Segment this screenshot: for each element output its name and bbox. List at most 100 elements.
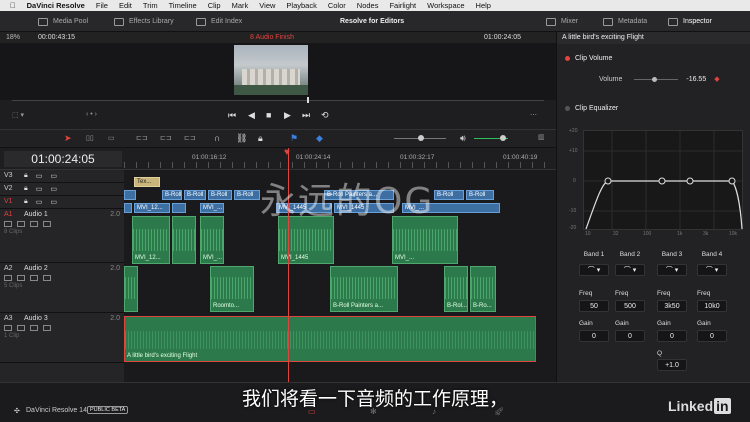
audio-clip[interactable]: MVI_... xyxy=(200,216,224,264)
link-icon[interactable]: ⛓ xyxy=(236,133,247,144)
playhead-marker-icon[interactable]: ♥ xyxy=(284,147,290,158)
band-3-q-input[interactable]: +1.0 xyxy=(657,359,687,371)
track-name[interactable]: Audio 3 xyxy=(24,315,48,322)
visibility-icon[interactable]: ▭ xyxy=(50,185,57,193)
timeline-ruler[interactable] xyxy=(124,162,556,168)
volume-value[interactable]: -16.55 xyxy=(686,76,706,83)
auto-track-icon[interactable] xyxy=(17,275,25,281)
band-3-gain-input[interactable]: 0 xyxy=(657,330,687,342)
lock-icon[interactable]: 🔒︎ xyxy=(24,172,28,180)
video-clip[interactable] xyxy=(124,190,136,200)
video-clip[interactable]: B-Roll xyxy=(466,190,494,200)
visibility-icon[interactable]: ▭ xyxy=(50,198,57,206)
title-clip[interactable]: Tex... xyxy=(134,177,160,187)
track-header-a3[interactable]: A3 Audio 3 2.0 1 Clip xyxy=(0,313,124,363)
position-lock-icon[interactable]: 🔒︎ xyxy=(258,133,263,144)
band-1-type-dropdown[interactable]: ⌒ ▾ xyxy=(579,264,609,276)
menu-edit[interactable]: Edit xyxy=(119,1,132,10)
blade-tool-icon[interactable]: ▭ xyxy=(108,134,115,142)
band-2-gain-input[interactable]: 0 xyxy=(615,330,645,342)
video-clip[interactable] xyxy=(172,203,186,213)
audio-clip[interactable]: B-Ro... xyxy=(470,266,496,312)
menu-file[interactable]: File xyxy=(96,1,108,10)
play-icon[interactable]: ▶ xyxy=(284,110,291,121)
lock-icon[interactable] xyxy=(4,275,12,281)
clip-icon[interactable]: ▭ xyxy=(36,185,43,193)
audio-clip[interactable]: MVI_12... xyxy=(132,216,170,264)
enable-toggle-icon[interactable] xyxy=(565,105,570,111)
audio-clip-selected[interactable]: A little bird's exciting Flight xyxy=(124,316,536,362)
menu-playback[interactable]: Playback xyxy=(286,1,316,10)
flag-icon[interactable]: ⚑ xyxy=(290,133,298,144)
audio-clip[interactable] xyxy=(124,266,138,312)
mute-button[interactable] xyxy=(43,221,51,227)
solo-button[interactable] xyxy=(30,275,38,281)
app-menu[interactable]: DaVinci Resolve xyxy=(27,1,85,10)
timeline-name[interactable]: 8 Audio Finish xyxy=(250,34,294,41)
band-2-type-dropdown[interactable]: ⌒ ▾ xyxy=(615,264,645,276)
lock-icon[interactable] xyxy=(4,221,12,227)
mute-button[interactable] xyxy=(43,275,51,281)
snapping-icon[interactable]: ∩ xyxy=(214,133,220,143)
track-header-v1[interactable]: V1 🔒︎ ▭ ▭ xyxy=(0,196,124,209)
scrubber-handle[interactable] xyxy=(307,97,309,103)
band-3-type-dropdown[interactable]: ⌒ ▾ xyxy=(657,264,687,276)
lock-icon[interactable] xyxy=(4,325,12,331)
lock-icon[interactable]: 🔒︎ xyxy=(24,198,28,206)
band-3-freq-input[interactable]: 3k50 xyxy=(657,300,687,312)
overwrite-icon[interactable]: ⊏⊐ xyxy=(160,134,172,142)
track-header-v3[interactable]: V3 🔒︎ ▭ ▭ xyxy=(0,170,124,183)
auto-track-icon[interactable] xyxy=(17,221,25,227)
menu-nodes[interactable]: Nodes xyxy=(357,1,379,10)
mixer-button[interactable]: Mixer xyxy=(546,11,578,32)
select-tool-icon[interactable]: ➤ xyxy=(64,133,72,144)
track-name[interactable]: Audio 2 xyxy=(24,265,48,272)
zoom-slider-handle[interactable] xyxy=(418,135,424,141)
play-reverse-icon[interactable]: ◀ xyxy=(248,110,255,121)
menu-help[interactable]: Help xyxy=(476,1,491,10)
mute-button[interactable] xyxy=(43,325,51,331)
section-clip-equalizer[interactable]: Clip Equalizer xyxy=(575,105,618,112)
viewer-menu-icon[interactable]: ⋯ xyxy=(530,111,537,119)
solo-button[interactable] xyxy=(30,325,38,331)
menu-mark[interactable]: Mark xyxy=(232,1,249,10)
volume-slider[interactable] xyxy=(634,76,679,82)
audio-clip[interactable] xyxy=(172,216,196,264)
timeline-empty-area[interactable] xyxy=(124,366,556,382)
loop-icon[interactable]: ⟲ xyxy=(321,110,329,121)
video-clip[interactable]: B-Roll xyxy=(184,190,206,200)
inspector-button[interactable]: Inspector xyxy=(668,11,712,32)
track-name[interactable]: Audio 1 xyxy=(24,211,48,218)
clip-icon[interactable]: ▭ xyxy=(36,172,43,180)
video-clip[interactable]: B-Roll xyxy=(234,190,260,200)
volume-slider-handle[interactable] xyxy=(652,76,658,82)
solo-button[interactable] xyxy=(30,221,38,227)
marker-icon[interactable]: ◆ xyxy=(316,133,323,144)
video-clip[interactable] xyxy=(124,203,132,213)
video-clip[interactable]: B-Roll xyxy=(162,190,182,200)
menu-color[interactable]: Color xyxy=(328,1,346,10)
enable-toggle-icon[interactable] xyxy=(565,55,570,61)
audio-clip[interactable]: B-Roll Painters a... xyxy=(330,266,398,312)
insert-icon[interactable]: ⊏⊐ xyxy=(136,134,148,142)
metadata-button[interactable]: Metadata xyxy=(603,11,647,32)
media-pool-button[interactable]: Media Pool xyxy=(38,11,88,32)
apple-icon[interactable]:  xyxy=(10,1,16,10)
clip-icon[interactable]: ▭ xyxy=(36,198,43,206)
menu-view[interactable]: View xyxy=(259,1,275,10)
jog-icon[interactable]: ‹ • › xyxy=(86,111,97,118)
viewer-options-icon[interactable]: ⬚ ▾ xyxy=(12,111,24,119)
waveform-icon[interactable]: ▥ xyxy=(538,133,545,141)
menu-timeline[interactable]: Timeline xyxy=(169,1,197,10)
track-header-a1[interactable]: A1 Audio 1 2.0 8 Clips xyxy=(0,209,124,263)
skip-start-icon[interactable]: ⏮ xyxy=(228,110,236,121)
band-2-freq-input[interactable]: 500 xyxy=(615,300,645,312)
zoom-level[interactable]: 18% xyxy=(6,34,20,41)
visibility-icon[interactable]: ▭ xyxy=(50,172,57,180)
menu-workspace[interactable]: Workspace xyxy=(427,1,464,10)
lock-icon[interactable]: 🔒︎ xyxy=(24,185,28,193)
track-header-a2[interactable]: A2 Audio 2 2.0 5 Clips xyxy=(0,263,124,313)
keyframe-icon[interactable]: ◆ xyxy=(714,75,719,83)
band-1-freq-input[interactable]: 50 xyxy=(579,300,609,312)
video-clip[interactable]: MVI_12... xyxy=(134,203,170,213)
